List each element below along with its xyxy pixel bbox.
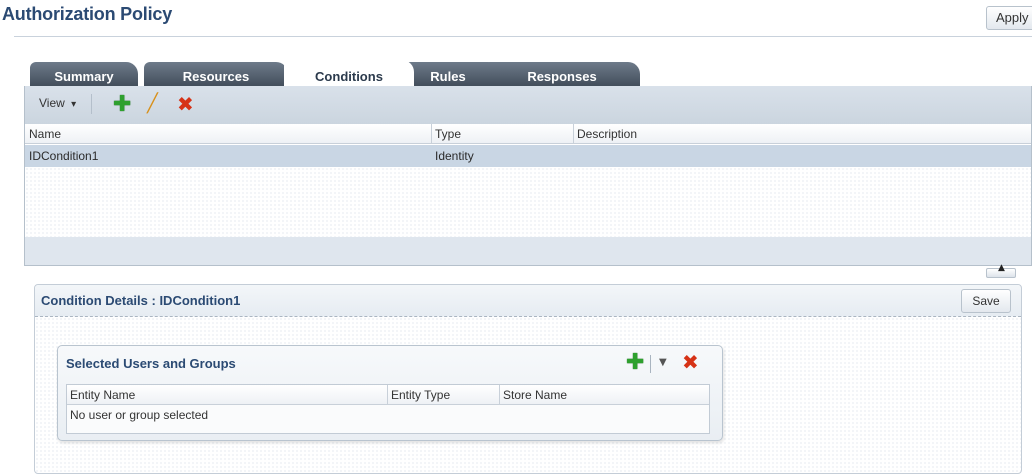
toolbar-separator xyxy=(91,94,92,114)
tab-conditions[interactable]: Conditions xyxy=(284,60,414,88)
table-row[interactable]: IDCondition1 Identity xyxy=(25,145,1031,167)
column-divider xyxy=(387,385,388,404)
table-footer xyxy=(25,237,1031,265)
column-divider xyxy=(573,124,574,143)
panel-splitter[interactable]: ▲ xyxy=(986,263,1016,278)
edit-icon[interactable]: ╱ xyxy=(147,95,158,113)
collapse-arrow-icon: ▲ xyxy=(998,263,1005,273)
column-header-name[interactable]: Name xyxy=(29,127,61,141)
apply-button[interactable]: Apply xyxy=(986,6,1032,30)
users-groups-table-header: Entity Name Entity Type Store Name xyxy=(67,385,709,405)
row-name-cell: IDCondition1 xyxy=(29,149,99,163)
column-divider xyxy=(499,385,500,404)
column-header-description[interactable]: Description xyxy=(577,127,637,141)
conditions-toolbar: View ▾ ✚ ╱ ✖ xyxy=(25,86,1031,124)
add-icon[interactable]: ✚ xyxy=(626,352,644,374)
row-type-cell: Identity xyxy=(435,149,474,163)
conditions-panel: View ▾ ✚ ╱ ✖ Name Type Description IDCon… xyxy=(24,86,1032,266)
view-menu[interactable]: View ▾ xyxy=(39,96,76,110)
condition-details-panel: Condition Details : IDCondition1 Save Se… xyxy=(34,284,1022,474)
save-button[interactable]: Save xyxy=(961,289,1011,313)
column-header-entity-name[interactable]: Entity Name xyxy=(70,388,135,402)
delete-icon[interactable]: ✖ xyxy=(682,352,699,372)
header-divider xyxy=(14,36,1032,37)
chevron-down-icon: ▾ xyxy=(71,99,77,110)
selected-users-groups-title: Selected Users and Groups xyxy=(66,356,236,371)
delete-icon[interactable]: ✖ xyxy=(177,94,194,114)
add-icon[interactable]: ✚ xyxy=(113,94,131,116)
tab-resources[interactable]: Resources xyxy=(144,62,288,88)
tab-responses[interactable]: Responses xyxy=(484,62,640,88)
column-header-type[interactable]: Type xyxy=(435,127,461,141)
view-menu-label: View xyxy=(39,96,65,110)
tab-summary[interactable]: Summary xyxy=(30,62,138,88)
dropdown-icon[interactable]: ▼ xyxy=(659,358,667,368)
users-groups-table: Entity Name Entity Type Store Name No us… xyxy=(66,384,710,434)
condition-details-header: Condition Details : IDCondition1 Save xyxy=(35,285,1021,317)
conditions-table-header: Name Type Description xyxy=(25,124,1031,144)
page-title: Authorization Policy xyxy=(2,4,173,24)
column-header-store-name[interactable]: Store Name xyxy=(503,388,567,402)
condition-details-title: Condition Details : IDCondition1 xyxy=(41,293,241,308)
empty-table-message: No user or group selected xyxy=(70,408,209,422)
tab-strip: Summary Resources Rules Responses Condit… xyxy=(24,56,1032,88)
table-empty-area xyxy=(25,167,1031,237)
selected-users-groups-panel: Selected Users and Groups ✚ ▼ ✖ Entity N… xyxy=(57,345,723,441)
column-divider xyxy=(431,124,432,143)
column-header-entity-type[interactable]: Entity Type xyxy=(391,388,450,402)
toolbar-separator xyxy=(650,355,651,373)
